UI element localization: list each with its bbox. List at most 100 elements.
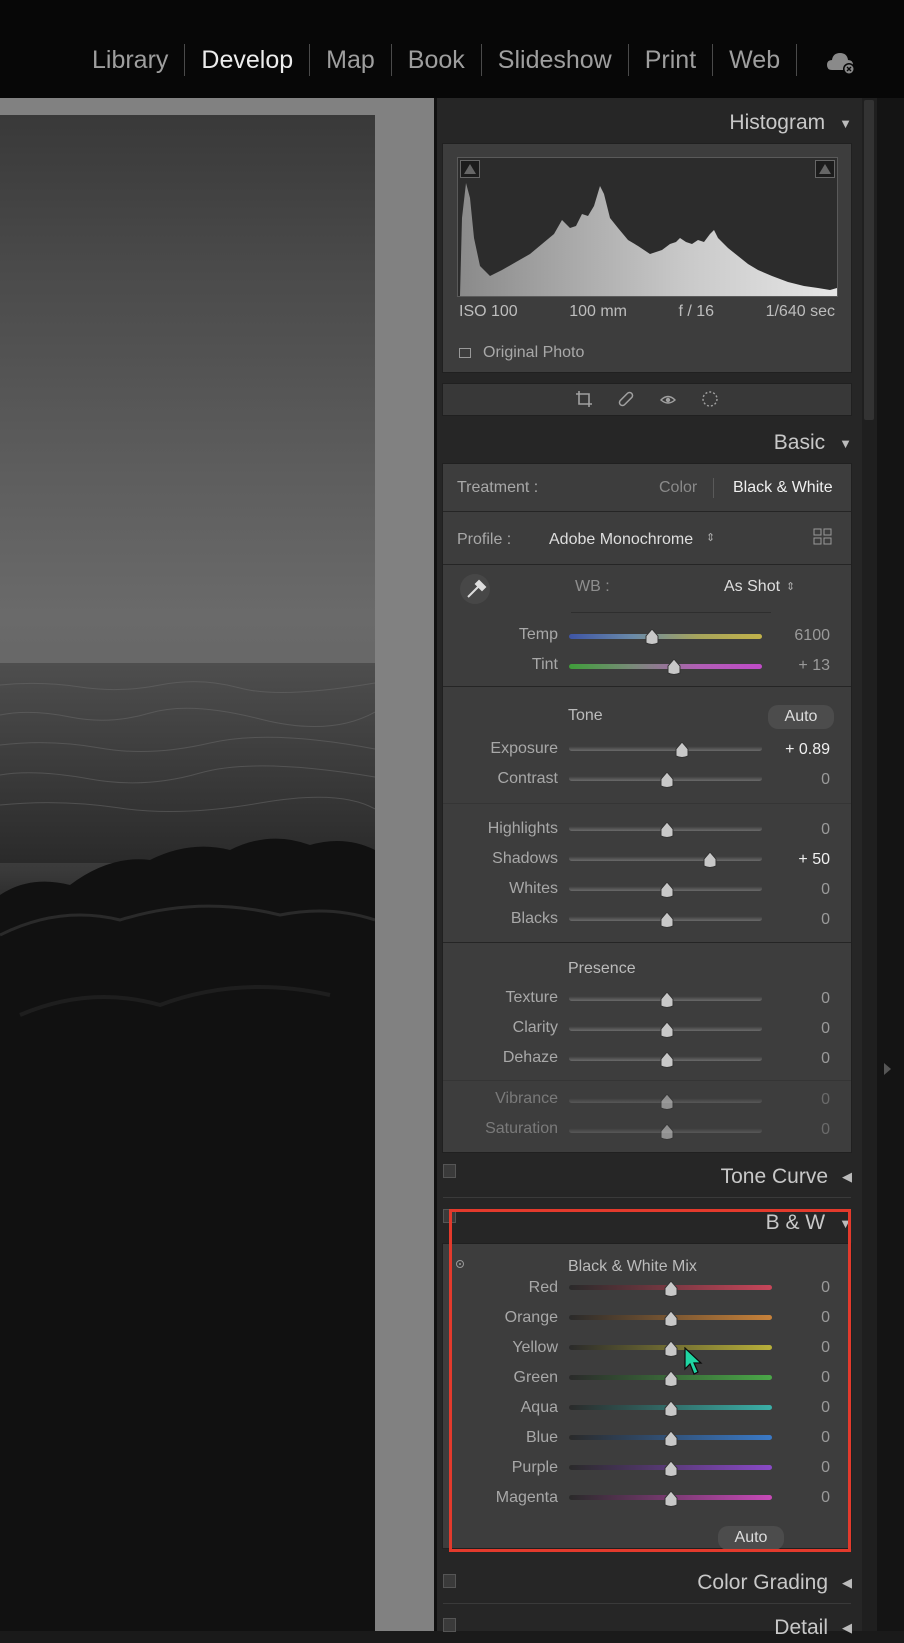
tint-slider-thumb[interactable] bbox=[667, 659, 681, 675]
collapsed-triangle-icon: ◀ bbox=[842, 1620, 852, 1635]
blacks-slider-thumb[interactable] bbox=[660, 912, 674, 928]
section-divider bbox=[443, 1197, 851, 1198]
highlights-slider-thumb[interactable] bbox=[660, 822, 674, 838]
tone-curve-title: Tone Curve bbox=[720, 1165, 828, 1188]
section-divider bbox=[443, 686, 851, 687]
treatment-label: Treatment : bbox=[457, 479, 539, 496]
cloud-sync-icon[interactable] bbox=[826, 50, 856, 76]
tone-auto-button[interactable]: Auto bbox=[768, 705, 834, 729]
texture-label: Texture bbox=[505, 989, 558, 1006]
dehaze-slider-thumb[interactable] bbox=[660, 1052, 674, 1068]
saturation-slider-thumb[interactable] bbox=[660, 1124, 674, 1140]
saturation-label: Saturation bbox=[485, 1120, 558, 1137]
highlight-annotation-box bbox=[449, 1209, 851, 1552]
shadows-value[interactable]: + 50 bbox=[770, 851, 830, 869]
tint-value[interactable]: + 13 bbox=[770, 657, 830, 675]
section-divider bbox=[443, 1080, 851, 1081]
module-develop[interactable]: Develop bbox=[185, 44, 309, 76]
wb-dropdown[interactable]: As Shot bbox=[724, 578, 780, 596]
contrast-label: Contrast bbox=[497, 770, 558, 787]
presence-label: Presence bbox=[568, 960, 636, 977]
treatment-bw-option[interactable]: Black & White bbox=[733, 479, 833, 497]
basic-panel-header[interactable]: Basic ▼ bbox=[442, 428, 852, 458]
contrast-value[interactable]: 0 bbox=[770, 771, 830, 789]
clarity-value[interactable]: 0 bbox=[770, 1020, 830, 1038]
color-grading-title: Color Grading bbox=[697, 1571, 828, 1594]
panel-scrollbar[interactable] bbox=[862, 98, 877, 1631]
photo-preview[interactable] bbox=[0, 115, 375, 1631]
temp-slider[interactable] bbox=[569, 634, 762, 639]
blacks-value[interactable]: 0 bbox=[770, 911, 830, 929]
profile-dropdown[interactable]: Adobe Monochrome bbox=[549, 531, 693, 549]
section-divider bbox=[443, 1603, 851, 1604]
module-slideshow[interactable]: Slideshow bbox=[482, 44, 628, 76]
crop-icon[interactable] bbox=[574, 390, 594, 410]
shadow-clipping-toggle[interactable] bbox=[460, 160, 480, 178]
histogram-graph[interactable] bbox=[457, 157, 838, 297]
collapse-arrow-icon[interactable] bbox=[884, 1063, 891, 1075]
wb-underline bbox=[571, 612, 771, 613]
treatment-color-option[interactable]: Color bbox=[659, 479, 697, 497]
row-divider bbox=[443, 511, 851, 512]
original-photo-label: Original Photo bbox=[483, 344, 585, 361]
wb-eyedropper-icon[interactable] bbox=[459, 573, 491, 610]
texture-slider-thumb[interactable] bbox=[660, 992, 674, 1008]
histogram-header[interactable]: Histogram ▼ bbox=[442, 108, 852, 138]
highlights-value[interactable]: 0 bbox=[770, 821, 830, 839]
wb-label: WB : bbox=[575, 578, 610, 595]
dropdown-arrows-icon[interactable]: ⇕ bbox=[786, 580, 795, 593]
checkbox-icon[interactable] bbox=[459, 348, 471, 358]
tint-slider[interactable] bbox=[569, 664, 762, 669]
healing-brush-icon[interactable] bbox=[616, 390, 636, 410]
tint-label: Tint bbox=[531, 656, 558, 673]
shadows-slider-thumb[interactable] bbox=[703, 852, 717, 868]
saturation-value[interactable]: 0 bbox=[770, 1121, 830, 1139]
tone-curve-header[interactable]: Tone Curve ◀ bbox=[442, 1162, 852, 1192]
exif-info: ISO 100 100 mm f / 16 1/640 sec bbox=[459, 303, 835, 321]
red-eye-icon[interactable] bbox=[658, 390, 678, 410]
highlight-clipping-toggle[interactable] bbox=[815, 160, 835, 178]
exposure-slider[interactable] bbox=[569, 746, 762, 751]
whites-value[interactable]: 0 bbox=[770, 881, 830, 899]
detail-header[interactable]: Detail ◀ bbox=[442, 1613, 852, 1643]
temp-slider-thumb[interactable] bbox=[645, 629, 659, 645]
dehaze-label: Dehaze bbox=[502, 1049, 558, 1066]
histogram-curve bbox=[460, 183, 837, 296]
row-divider bbox=[443, 564, 851, 565]
highlights-label: Highlights bbox=[487, 820, 558, 837]
color-grading-header[interactable]: Color Grading ◀ bbox=[442, 1568, 852, 1598]
clarity-slider-thumb[interactable] bbox=[660, 1022, 674, 1038]
dehaze-value[interactable]: 0 bbox=[770, 1050, 830, 1068]
collapsed-triangle-icon: ◀ bbox=[842, 1169, 852, 1184]
tone-label: Tone bbox=[568, 707, 603, 724]
shadows-label: Shadows bbox=[492, 850, 558, 867]
module-divider bbox=[796, 44, 798, 76]
contrast-slider-thumb[interactable] bbox=[660, 772, 674, 788]
profile-browser-grid-icon[interactable] bbox=[813, 528, 833, 551]
texture-value[interactable]: 0 bbox=[770, 990, 830, 1008]
module-web[interactable]: Web bbox=[713, 44, 796, 76]
expand-triangle-icon: ▼ bbox=[839, 115, 852, 131]
exposure-slider-thumb[interactable] bbox=[675, 742, 689, 758]
histogram-title: Histogram bbox=[729, 111, 826, 134]
exif-focal-length: 100 mm bbox=[569, 303, 627, 320]
whites-slider-thumb[interactable] bbox=[660, 882, 674, 898]
module-library[interactable]: Library bbox=[76, 44, 184, 76]
vibrance-slider-thumb[interactable] bbox=[660, 1094, 674, 1110]
original-photo-toggle[interactable]: Original Photo bbox=[459, 344, 584, 362]
shadows-slider[interactable] bbox=[569, 856, 762, 861]
section-divider bbox=[443, 942, 851, 943]
scrollbar-thumb[interactable] bbox=[864, 100, 874, 420]
module-book[interactable]: Book bbox=[392, 44, 481, 76]
module-picker: Library Develop Map Book Slideshow Print… bbox=[76, 44, 798, 76]
exif-shutter: 1/640 sec bbox=[765, 303, 835, 320]
temp-label: Temp bbox=[518, 626, 558, 643]
exposure-value[interactable]: + 0.89 bbox=[770, 741, 830, 759]
module-map[interactable]: Map bbox=[310, 44, 391, 76]
dropdown-arrows-icon[interactable]: ⇕ bbox=[706, 531, 715, 544]
temp-value[interactable]: 6100 bbox=[770, 627, 830, 645]
vibrance-value[interactable]: 0 bbox=[770, 1091, 830, 1109]
module-print[interactable]: Print bbox=[629, 44, 712, 76]
module-bar: Library Develop Map Book Slideshow Print… bbox=[0, 0, 904, 98]
masking-icon[interactable] bbox=[700, 390, 720, 410]
